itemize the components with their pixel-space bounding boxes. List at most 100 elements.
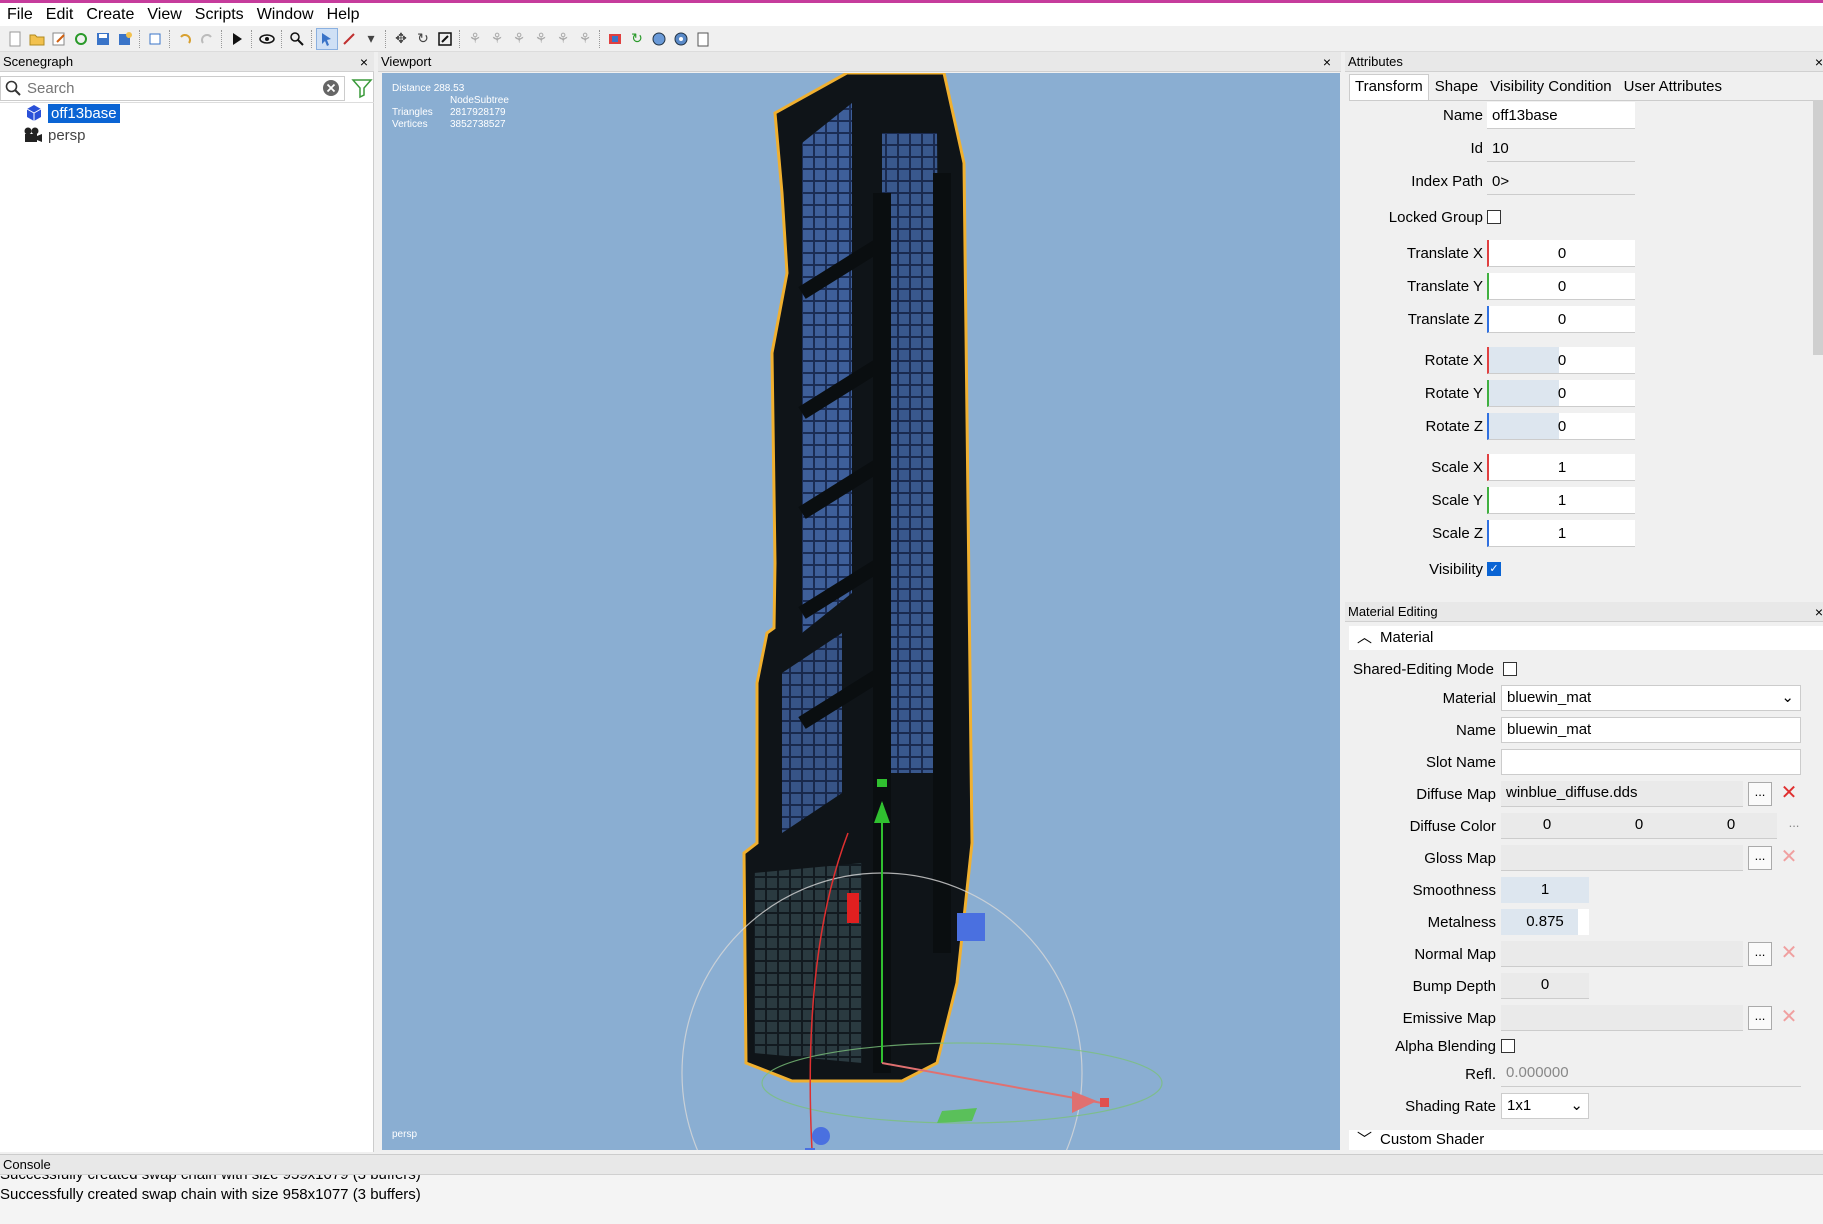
new-file-icon[interactable] [4, 28, 26, 50]
tree-item-persp[interactable]: persp [10, 124, 86, 146]
scale-z-field[interactable]: 1 [1487, 519, 1635, 547]
menu-scripts[interactable]: Scripts [188, 3, 250, 26]
zoom-icon[interactable] [286, 28, 308, 50]
rotate-z-field[interactable]: 0 [1487, 412, 1635, 440]
emissive-map-browse-button[interactable]: ... [1748, 1006, 1772, 1030]
search-input[interactable] [21, 79, 322, 97]
close-icon[interactable]: × [1815, 52, 1823, 72]
eye-icon[interactable] [256, 28, 278, 50]
tab-user-attributes[interactable]: User Attributes [1618, 74, 1728, 100]
gloss-map-field[interactable] [1501, 845, 1743, 871]
rotate-y-field[interactable]: 0 [1487, 379, 1635, 407]
scale-y-field[interactable]: 1 [1487, 486, 1635, 514]
diffuse-color-b-field[interactable]: 0 [1685, 813, 1777, 839]
material-icon[interactable] [604, 28, 626, 50]
metalness-slider[interactable]: 0.875 [1501, 909, 1589, 935]
diffuse-map-field[interactable]: winblue_diffuse.dds [1501, 781, 1743, 807]
tab-shape[interactable]: Shape [1429, 74, 1484, 100]
visibility-checkbox[interactable]: ✓ [1487, 562, 1501, 576]
snap-icon[interactable]: ⚘ [464, 28, 486, 50]
smoothness-slider[interactable]: 1 [1501, 877, 1589, 903]
translate-x-field[interactable]: 0 [1487, 239, 1635, 267]
viewport-panel: Viewport × Distance 288.53 NodeSubtree T… [378, 52, 1341, 1152]
open-folder-icon[interactable] [26, 28, 48, 50]
gloss-map-clear-icon[interactable]: ✕ [1778, 847, 1800, 869]
normal-map-field[interactable] [1501, 941, 1743, 967]
menu-file[interactable]: File [0, 3, 39, 26]
rotate-z-row: Rotate Z 0 [1349, 412, 1635, 440]
close-icon[interactable]: × [1815, 602, 1823, 622]
emissive-map-clear-icon[interactable]: ✕ [1778, 1007, 1800, 1029]
name-field[interactable]: off13base [1487, 101, 1635, 129]
globe-icon[interactable] [648, 28, 670, 50]
shared-editing-label: Shared-Editing Mode [1353, 660, 1494, 678]
export-icon[interactable] [144, 28, 166, 50]
diffuse-map-browse-button[interactable]: ... [1748, 782, 1772, 806]
snap-grid-icon[interactable]: ⚘ [552, 28, 574, 50]
edit-file-icon[interactable] [48, 28, 70, 50]
material-name-field[interactable]: bluewin_mat [1501, 717, 1801, 743]
snap-pivot-icon[interactable]: ⚘ [574, 28, 596, 50]
close-icon[interactable]: × [360, 52, 368, 72]
chevron-down-icon[interactable]: ▾ [360, 28, 382, 50]
tab-visibility-condition[interactable]: Visibility Condition [1484, 74, 1617, 100]
viewport-canvas[interactable]: Distance 288.53 NodeSubtree Triangles 281… [382, 73, 1340, 1150]
menu-view[interactable]: View [140, 3, 187, 26]
normal-map-browse-button[interactable]: ... [1748, 942, 1772, 966]
save-icon[interactable] [92, 28, 114, 50]
building-model[interactable] [382, 73, 1340, 1150]
tree-item-off13base[interactable]: off13base [10, 102, 120, 124]
undo-icon[interactable] [174, 28, 196, 50]
refresh-icon[interactable]: ↻ [626, 28, 648, 50]
normal-map-clear-icon[interactable]: ✕ [1778, 943, 1800, 965]
menu-bar: File Edit Create View Scripts Window Hel… [0, 3, 1823, 26]
redo-icon[interactable] [196, 28, 218, 50]
diffuse-color-r-field[interactable]: 0 [1501, 813, 1593, 839]
clipboard-icon[interactable] [692, 28, 714, 50]
snap-edge-icon[interactable]: ⚘ [508, 28, 530, 50]
emissive-map-field[interactable] [1501, 1005, 1743, 1031]
bump-depth-field[interactable]: 0 [1501, 973, 1589, 999]
translate-z-field[interactable]: 0 [1487, 305, 1635, 333]
select-tool-icon[interactable] [316, 27, 338, 50]
menu-help[interactable]: Help [320, 3, 366, 26]
shading-rate-select[interactable]: 1x1 ⌄ [1501, 1093, 1589, 1119]
tab-transform[interactable]: Transform [1349, 74, 1429, 100]
globe-settings-icon[interactable] [670, 28, 692, 50]
scale-tool-icon[interactable] [434, 28, 456, 50]
save-as-icon[interactable] [114, 28, 136, 50]
rotate-x-field[interactable]: 0 [1487, 346, 1635, 374]
toolbar-separator [221, 29, 223, 48]
diffuse-color-picker-button[interactable]: ... [1782, 814, 1806, 838]
close-icon[interactable]: × [1323, 52, 1331, 72]
diffuse-map-clear-icon[interactable]: ✕ [1778, 783, 1800, 805]
material-select[interactable]: bluewin_mat ⌄ [1501, 685, 1801, 711]
rotate-tool-icon[interactable]: ↻ [412, 28, 434, 50]
move-tool-icon[interactable]: ✥ [390, 28, 412, 50]
menu-create[interactable]: Create [79, 3, 140, 26]
filter-icon[interactable] [351, 77, 373, 99]
snap-vertex-icon[interactable]: ⚘ [486, 28, 508, 50]
attributes-scrollbar[interactable] [1813, 100, 1823, 355]
gloss-map-browse-button[interactable]: ... [1748, 846, 1772, 870]
scale-y-row: Scale Y 1 [1349, 486, 1635, 514]
vertices-subtree: 38527 [477, 119, 506, 130]
material-section-header[interactable]: ︿ Material [1349, 626, 1823, 650]
play-icon[interactable] [226, 28, 248, 50]
clear-search-icon[interactable] [322, 79, 340, 97]
console-output[interactable]: Successfully created swap chain with siz… [0, 1175, 1823, 1224]
custom-shader-section-header[interactable]: ﹀ Custom Shader [1349, 1130, 1823, 1150]
snap-face-icon[interactable]: ⚘ [530, 28, 552, 50]
shared-editing-checkbox[interactable] [1503, 662, 1517, 676]
translate-y-field[interactable]: 0 [1487, 272, 1635, 300]
diffuse-color-g-field[interactable]: 0 [1593, 813, 1685, 839]
lasso-tool-icon[interactable] [338, 28, 360, 50]
menu-window[interactable]: Window [250, 3, 320, 26]
locked-group-checkbox[interactable] [1487, 210, 1501, 224]
chevron-down-icon: ⌄ [1570, 1097, 1583, 1114]
scale-x-field[interactable]: 1 [1487, 453, 1635, 481]
alpha-blending-checkbox[interactable] [1501, 1039, 1515, 1053]
menu-edit[interactable]: Edit [39, 3, 80, 26]
reload-icon[interactable] [70, 28, 92, 50]
slot-name-field[interactable] [1501, 749, 1801, 775]
